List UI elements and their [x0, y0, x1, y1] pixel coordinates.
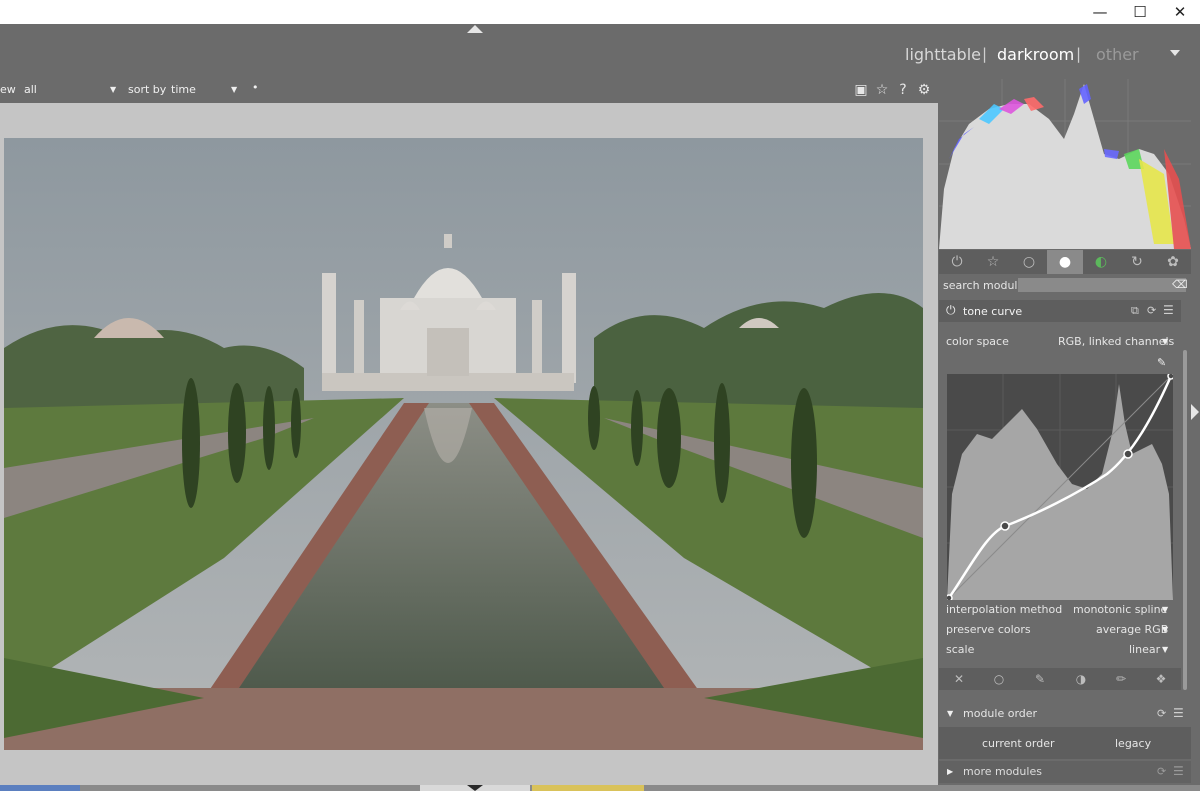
- scale-select[interactable]: linear: [1129, 643, 1160, 656]
- color-icon[interactable]: ◐: [1083, 250, 1119, 274]
- legacy-order-button[interactable]: legacy: [1115, 737, 1151, 750]
- panel-scrollbar[interactable]: [1183, 350, 1187, 690]
- circle-icon[interactable]: ○: [979, 668, 1019, 690]
- expand-right-icon[interactable]: [1191, 404, 1199, 420]
- view-separator: |: [982, 45, 988, 63]
- search-module-input[interactable]: [1018, 278, 1186, 292]
- drawn-parametric-icon[interactable]: ✏: [1101, 668, 1141, 690]
- sort-by-label: sort by: [128, 83, 167, 96]
- multi-instance-icon[interactable]: ⧉: [1131, 304, 1139, 318]
- current-order-button[interactable]: current order: [982, 737, 1055, 750]
- module-order-title: module order: [963, 707, 1038, 720]
- sort-by-select[interactable]: time: [171, 83, 196, 96]
- parametric-icon[interactable]: ◑: [1061, 668, 1101, 690]
- view-lighttable[interactable]: lighttable: [905, 45, 981, 64]
- raster-icon[interactable]: ❖: [1141, 668, 1181, 690]
- preserve-colors-select[interactable]: average RGB: [1096, 623, 1168, 636]
- power-icon[interactable]: ⏻: [946, 303, 956, 318]
- reset-icon[interactable]: ⟳: [1147, 304, 1156, 317]
- chevron-down-icon[interactable]: ▼: [947, 709, 953, 718]
- clear-search-icon[interactable]: ⌫: [1172, 278, 1188, 291]
- grouping-icon[interactable]: ▣: [851, 80, 871, 100]
- maximize-icon[interactable]: ☐: [1120, 0, 1160, 24]
- correct-icon[interactable]: ↻: [1119, 250, 1155, 274]
- view-darkroom[interactable]: darkroom: [997, 45, 1074, 64]
- chevron-down-icon[interactable]: ▼: [1162, 645, 1168, 654]
- scale-label: scale: [946, 643, 975, 656]
- close-icon[interactable]: ✕: [939, 668, 979, 690]
- star-icon[interactable]: ☆: [975, 250, 1011, 274]
- color-space-select[interactable]: RGB, linked channels: [1058, 335, 1174, 348]
- chevron-down-icon[interactable]: [1170, 50, 1180, 56]
- chevron-right-icon[interactable]: ▶: [947, 767, 953, 776]
- help-icon[interactable]: ?: [893, 80, 913, 100]
- effect-icon[interactable]: ✿: [1155, 250, 1191, 274]
- presets-icon[interactable]: ☰: [1173, 764, 1184, 778]
- chevron-down-icon[interactable]: ▼: [110, 85, 116, 94]
- color-picker-icon[interactable]: ✎: [1157, 356, 1166, 369]
- chevron-down-icon[interactable]: ▼: [1162, 337, 1168, 346]
- histogram[interactable]: [939, 79, 1191, 249]
- filled-circle-icon[interactable]: ●: [1047, 250, 1083, 274]
- reset-icon[interactable]: ⟳: [1157, 707, 1166, 720]
- tone-curve-graph[interactable]: [945, 372, 1175, 602]
- more-modules-title: more modules: [963, 765, 1042, 778]
- window-titlebar: [0, 0, 1200, 24]
- view-filter-label: ew: [0, 83, 16, 96]
- filmstrip-thumb[interactable]: [0, 785, 80, 791]
- reset-icon[interactable]: ⟳: [1157, 765, 1166, 778]
- circle-icon[interactable]: ○: [1011, 250, 1047, 274]
- preserve-colors-label: preserve colors: [946, 623, 1031, 636]
- brush-icon[interactable]: ✎: [1020, 668, 1060, 690]
- color-space-label: color space: [946, 335, 1009, 348]
- close-icon[interactable]: ✕: [1160, 0, 1200, 24]
- chevron-down-icon[interactable]: ▼: [1162, 605, 1168, 614]
- presets-icon[interactable]: ☰: [1163, 303, 1174, 317]
- collapse-bottom-icon[interactable]: [467, 785, 483, 791]
- module-order-body: [939, 727, 1191, 759]
- power-icon[interactable]: ⏻: [939, 250, 975, 274]
- gear-icon[interactable]: ⚙: [914, 80, 934, 100]
- chevron-down-icon[interactable]: ▼: [1162, 625, 1168, 634]
- chevron-down-icon[interactable]: ▼: [231, 85, 237, 94]
- interpolation-method-select[interactable]: monotonic spline: [1073, 603, 1167, 616]
- minimize-icon[interactable]: —: [1080, 0, 1120, 24]
- star-icon[interactable]: ☆: [872, 80, 892, 100]
- view-other[interactable]: other: [1096, 45, 1139, 64]
- sort-direction-toggle[interactable]: •: [252, 81, 259, 94]
- main-image[interactable]: [4, 138, 923, 750]
- search-module-label: search module: [943, 279, 1025, 292]
- presets-icon[interactable]: ☰: [1173, 706, 1184, 720]
- filmstrip-thumb-selected[interactable]: [532, 785, 644, 791]
- view-separator: |: [1076, 45, 1082, 63]
- interpolation-method-label: interpolation method: [946, 603, 1063, 616]
- collapse-top-icon[interactable]: [467, 25, 483, 33]
- tone-curve-title: tone curve: [963, 305, 1023, 318]
- view-filter-select[interactable]: all: [24, 83, 37, 96]
